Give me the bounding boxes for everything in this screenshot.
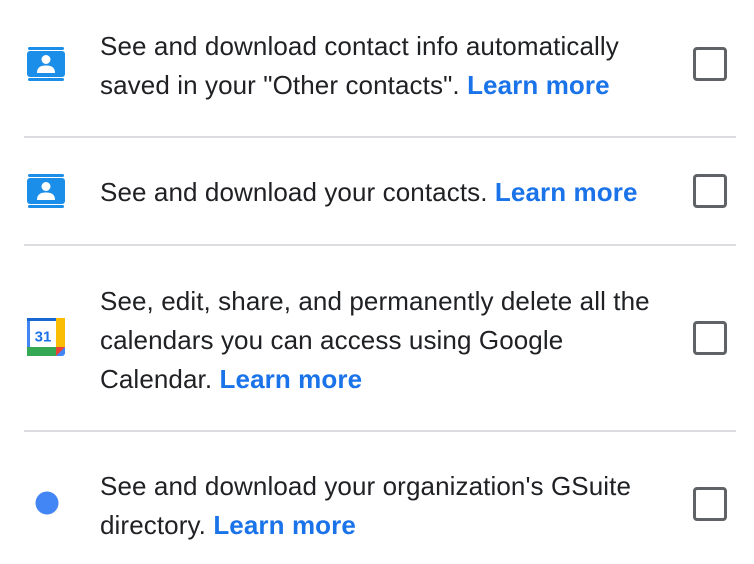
scope-text: See, edit, share, and permanently delete… [100, 286, 650, 394]
scope-description: See and download contact info automatica… [100, 27, 670, 105]
scope-description: See, edit, share, and permanently delete… [100, 282, 670, 399]
scope-checkbox[interactable] [693, 174, 727, 208]
scope-text: See and download your organization's GSu… [100, 471, 632, 540]
scope-description: See and download your organization's GSu… [100, 467, 670, 545]
blue-dot-icon [35, 491, 59, 520]
learn-more-link[interactable]: Learn more [467, 70, 610, 100]
scope-checkbox[interactable] [693, 321, 727, 355]
calendar-date-text: 31 [35, 329, 52, 346]
scope-row-other-contacts: See and download contact info automatica… [0, 0, 754, 136]
scope-description: See and download your contacts. Learn mo… [100, 173, 670, 212]
scope-row-gsuite-directory: See and download your organization's GSu… [0, 432, 754, 564]
learn-more-link[interactable]: Learn more [213, 510, 356, 540]
learn-more-link[interactable]: Learn more [495, 177, 638, 207]
contacts-icon [27, 174, 65, 213]
learn-more-link[interactable]: Learn more [220, 364, 363, 394]
scope-checkbox[interactable] [693, 487, 727, 521]
contacts-icon [27, 47, 65, 86]
permission-scope-list: See and download contact info automatica… [0, 0, 754, 564]
scope-text: See and download your contacts. [100, 177, 488, 207]
scope-checkbox[interactable] [693, 47, 727, 81]
google-calendar-icon: 31 [27, 318, 65, 361]
scope-row-calendar: 31 See, edit, share, and permanently del… [0, 246, 754, 430]
scope-row-contacts: See and download your contacts. Learn mo… [0, 138, 754, 244]
